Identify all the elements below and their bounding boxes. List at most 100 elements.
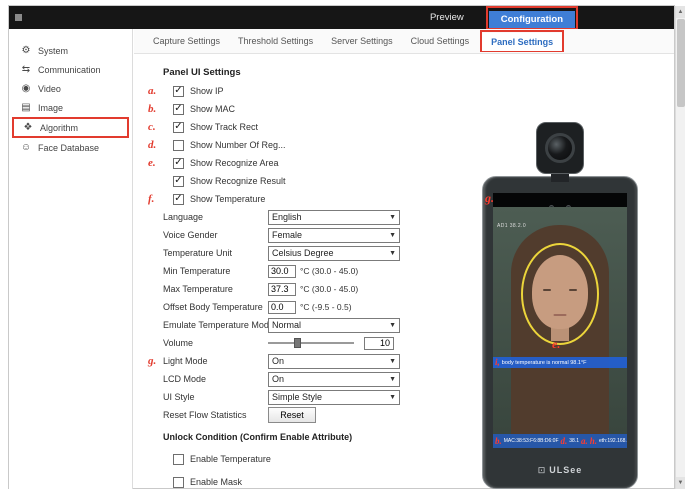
annotation-box-algorithm: ❖ Algorithm bbox=[12, 117, 129, 138]
checkbox-label: Show Number Of Reg... bbox=[190, 140, 286, 150]
annotation-letter-g2: g. bbox=[485, 191, 494, 205]
scrollbar-thumb[interactable] bbox=[677, 19, 685, 107]
show-recognize-result-checkbox[interactable] bbox=[173, 175, 184, 187]
show-mac-checkbox[interactable] bbox=[173, 103, 184, 115]
chevron-down-icon: ▼ bbox=[389, 321, 396, 329]
sidebar-item-label: Face Database bbox=[38, 142, 100, 153]
annotation-letter-d2: d. bbox=[560, 435, 568, 446]
device-count-text: 38.1 bbox=[569, 438, 579, 444]
annotation-letter-g: g. bbox=[148, 354, 157, 367]
field-row-volume: Volume bbox=[148, 334, 470, 352]
chevron-down-icon: ▼ bbox=[389, 231, 396, 239]
tab-cloud-settings[interactable]: Cloud Settings bbox=[402, 32, 479, 50]
annotation-letter-c: c. bbox=[148, 120, 156, 133]
field-row-emulate-temperature-mode: Emulate Temperature Mode Normal ▼ bbox=[148, 316, 470, 334]
scroll-up-icon[interactable]: ▲ bbox=[676, 6, 685, 18]
reset-button[interactable]: Reset bbox=[268, 407, 316, 423]
field-label: LCD Mode bbox=[163, 374, 207, 384]
chevron-down-icon: ▼ bbox=[389, 357, 396, 365]
field-label: UI Style bbox=[163, 392, 195, 402]
ui-style-select[interactable]: Simple Style ▼ bbox=[268, 389, 400, 405]
tab-capture-settings[interactable]: Capture Settings bbox=[144, 32, 229, 50]
slider-handle[interactable] bbox=[293, 338, 301, 348]
select-value: Celsius Degree bbox=[272, 248, 334, 258]
tab-threshold-settings[interactable]: Threshold Settings bbox=[229, 32, 322, 50]
device-camera-pod bbox=[536, 122, 584, 174]
checkbox-label: Enable Temperature bbox=[190, 454, 271, 464]
unlock-condition-title: Unlock Condition (Confirm Enable Attribu… bbox=[163, 432, 353, 442]
app-window: Preview Configuration ⚙ System ⇆ Communi… bbox=[0, 0, 685, 500]
show-temperature-checkbox[interactable] bbox=[173, 193, 184, 205]
light-mode-select[interactable]: On ▼ bbox=[268, 353, 400, 369]
sidebar-item-label: System bbox=[38, 45, 69, 56]
sidebar-item-video[interactable]: ◉ Video bbox=[9, 79, 132, 98]
tab-server-settings[interactable]: Server Settings bbox=[322, 32, 402, 50]
show-number-of-reg-checkbox[interactable] bbox=[173, 139, 184, 151]
annotation-letter-d: d. bbox=[148, 138, 157, 151]
temperature-unit-select[interactable]: Celsius Degree ▼ bbox=[268, 245, 400, 261]
field-range-hint: °C (30.0 - 45.0) bbox=[300, 266, 359, 276]
chevron-down-icon: ▼ bbox=[389, 249, 396, 257]
select-value: Simple Style bbox=[272, 392, 323, 402]
field-label: Reset Flow Statistics bbox=[163, 410, 247, 420]
checkbox-row: d. Show Number Of Reg... bbox=[148, 136, 470, 154]
sidebar-item-image[interactable]: ▤ Image bbox=[9, 98, 132, 117]
enable-mask-checkbox[interactable] bbox=[173, 476, 184, 488]
language-select[interactable]: English ▼ bbox=[268, 209, 400, 225]
temperature-result-bar: i, body temperature is normal 98.1°F bbox=[493, 357, 627, 368]
field-label: Volume bbox=[163, 338, 194, 348]
tab-panel-settings[interactable]: Panel Settings bbox=[482, 33, 563, 51]
annotation-letter-f: f. bbox=[148, 192, 155, 205]
enable-temperature-checkbox[interactable] bbox=[173, 453, 184, 465]
voice-gender-select[interactable]: Female ▼ bbox=[268, 227, 400, 243]
sidebar-item-system[interactable]: ⚙ System bbox=[9, 41, 132, 60]
sidebar-item-algorithm[interactable]: ❖ Algorithm bbox=[14, 119, 127, 136]
volume-value-input[interactable] bbox=[364, 336, 394, 350]
volume-slider[interactable] bbox=[268, 336, 354, 350]
field-label: Voice Gender bbox=[163, 230, 218, 240]
device-info-text: AD1 38.2.0 bbox=[497, 223, 527, 229]
top-bar: Preview Configuration bbox=[9, 5, 674, 30]
offset-body-temperature-input[interactable] bbox=[268, 300, 296, 314]
lcd-mode-select[interactable]: On ▼ bbox=[268, 371, 400, 387]
sidebar: ⚙ System ⇆ Communication ◉ Video ▤ Image… bbox=[9, 29, 133, 489]
scroll-down-icon[interactable]: ▼ bbox=[676, 477, 685, 489]
vertical-scrollbar[interactable]: ▲ ▼ bbox=[675, 6, 685, 489]
preview-button[interactable]: Preview bbox=[430, 12, 464, 23]
field-row-offset-body-temperature: Offset Body Temperature °C (-9.5 - 0.5) bbox=[148, 298, 470, 316]
checkbox-row: b. Show MAC bbox=[148, 100, 470, 118]
field-label: Temperature Unit bbox=[163, 248, 233, 258]
show-track-rect-checkbox[interactable] bbox=[173, 121, 184, 133]
checkbox-row: Enable Mask bbox=[148, 472, 470, 492]
checkbox-label: Show Temperature bbox=[190, 194, 266, 204]
video-icon: ◉ bbox=[21, 83, 31, 94]
sidebar-item-label: Algorithm bbox=[40, 122, 79, 133]
slider-track bbox=[268, 342, 354, 344]
configuration-button[interactable]: Configuration bbox=[488, 10, 575, 28]
select-value: On bbox=[272, 356, 285, 366]
select-value: English bbox=[272, 212, 302, 222]
annotation-letter-b: b. bbox=[148, 102, 157, 115]
recognize-area-overlay bbox=[521, 243, 599, 345]
show-ip-checkbox[interactable] bbox=[173, 85, 184, 97]
chevron-down-icon: ▼ bbox=[389, 213, 396, 221]
field-row-max-temperature: Max Temperature °C (30.0 - 45.0) bbox=[148, 280, 470, 298]
device-sensor-strip bbox=[493, 193, 627, 210]
max-temperature-input[interactable] bbox=[268, 282, 296, 296]
sidebar-item-face-database[interactable]: ☺ Face Database bbox=[9, 138, 132, 157]
checkbox-label: Show Recognize Result bbox=[190, 176, 286, 186]
device-screen: AD1 38.2.0 i, body temperature is normal… bbox=[493, 193, 627, 448]
checkbox-label: Show MAC bbox=[190, 104, 236, 114]
sidebar-item-communication[interactable]: ⇆ Communication bbox=[9, 60, 132, 79]
device-mac-text: MAC:38:53:F6:8B:D6:0F bbox=[503, 438, 559, 444]
emulate-temperature-mode-select[interactable]: Normal ▼ bbox=[268, 317, 400, 333]
temperature-result-text: body temperature is normal 98.1°F bbox=[501, 359, 587, 366]
show-recognize-area-checkbox[interactable] bbox=[173, 157, 184, 169]
min-temperature-input[interactable] bbox=[268, 264, 296, 278]
field-row-ui-style: UI Style Simple Style ▼ bbox=[148, 388, 470, 406]
checkbox-row: f. Show Temperature bbox=[148, 190, 470, 208]
field-label: Light Mode bbox=[163, 356, 208, 366]
device-brand-logo: ⊡ ULSee bbox=[483, 465, 637, 476]
device-status-bar: b. MAC:38:53:F6:8B:D6:0F d. 38.1 a. h. e… bbox=[493, 434, 627, 448]
section-title: Panel UI Settings bbox=[163, 67, 241, 78]
